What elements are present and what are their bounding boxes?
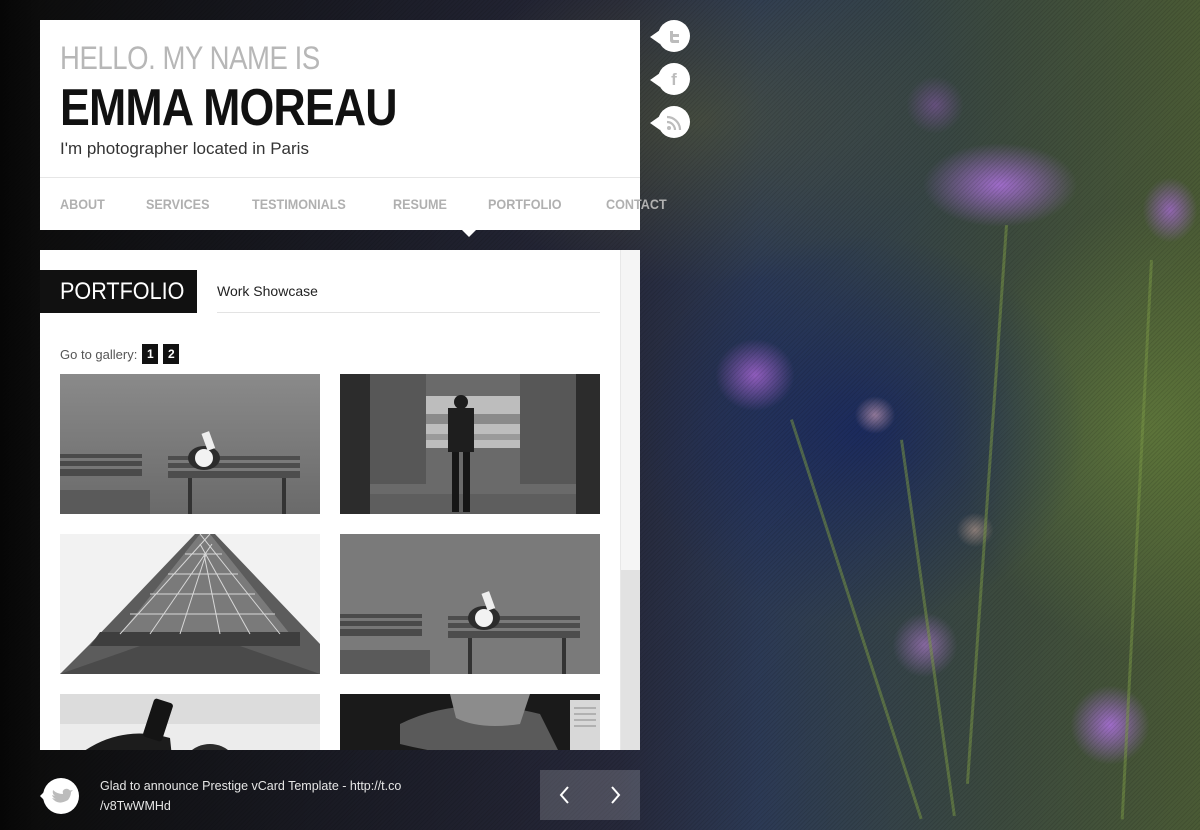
main-nav: ABOUT SERVICES TESTIMONIALS RESUME PORTF… bbox=[40, 177, 667, 230]
portfolio-panel: PORTFOLIO Work Showcase Go to gallery: 1… bbox=[40, 250, 640, 750]
gallery-page-2[interactable]: 2 bbox=[163, 344, 180, 364]
section-title: PORTFOLIO bbox=[40, 270, 197, 313]
facebook-icon: f bbox=[671, 70, 677, 89]
portfolio-thumb-camera[interactable] bbox=[60, 694, 320, 750]
gallery-label: Go to gallery: bbox=[60, 346, 138, 362]
page-title: EMMA MOREAU bbox=[60, 79, 398, 137]
chevron-right-icon bbox=[611, 786, 621, 804]
portfolio-thumb-bench[interactable] bbox=[60, 374, 320, 514]
portfolio-thumb-bench-2[interactable] bbox=[340, 534, 600, 674]
greeting-text: HELLO. MY NAME IS bbox=[60, 40, 320, 76]
scrollbar-thumb[interactable] bbox=[621, 570, 640, 750]
twitter-link[interactable] bbox=[650, 20, 690, 54]
nav-item-portfolio[interactable]: PORTFOLIO bbox=[488, 196, 562, 212]
gallery-page-1[interactable]: 1 bbox=[142, 344, 159, 364]
rss-link[interactable] bbox=[650, 106, 690, 140]
next-tweet-button[interactable] bbox=[590, 770, 640, 820]
nav-item-resume[interactable]: RESUME bbox=[393, 196, 447, 212]
nav-item-about[interactable]: ABOUT bbox=[60, 196, 105, 212]
rss-icon bbox=[666, 115, 682, 131]
tagline: I'm photographer located in Paris bbox=[60, 139, 309, 158]
tweet-line-1: Glad to announce Prestige vCard Template… bbox=[100, 779, 402, 793]
section-subtitle: Work Showcase bbox=[217, 270, 600, 313]
facebook-link[interactable]: f bbox=[650, 63, 690, 97]
prev-tweet-button[interactable] bbox=[540, 770, 590, 820]
gallery-nav: Go to gallery: 1 2 bbox=[60, 344, 180, 364]
portfolio-thumb-reading[interactable] bbox=[340, 694, 600, 750]
latest-tweet: Glad to announce Prestige vCard Template… bbox=[100, 776, 430, 816]
twitter-icon bbox=[670, 31, 679, 43]
chevron-left-icon bbox=[559, 786, 569, 804]
twitter-bird-icon bbox=[40, 778, 80, 814]
nav-item-services[interactable]: SERVICES bbox=[146, 196, 209, 212]
tweet-pager bbox=[540, 770, 640, 820]
portfolio-thumb-metro[interactable] bbox=[340, 374, 600, 514]
header-card: HELLO. MY NAME IS EMMA MOREAU I'm photog… bbox=[40, 20, 667, 230]
nav-item-testimonials[interactable]: TESTIMONIALS bbox=[252, 196, 346, 212]
nav-item-contact[interactable]: CONTACT bbox=[606, 196, 667, 212]
active-nav-indicator bbox=[462, 230, 476, 237]
tweet-line-2: /v8TwWMHd bbox=[100, 799, 171, 813]
portfolio-thumb-eiffel[interactable] bbox=[60, 534, 320, 674]
